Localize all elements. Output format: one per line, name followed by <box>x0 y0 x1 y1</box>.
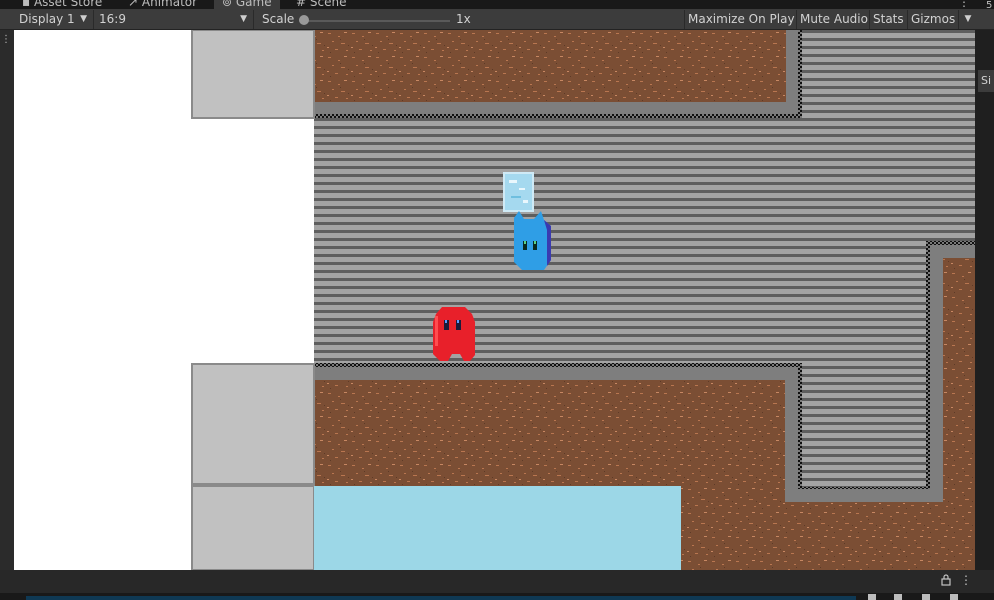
ice-block-pickup <box>503 172 534 212</box>
editor-tab-bar: ▪ Asset Store ↗ Animator ⊚ Game # Scene … <box>0 0 994 9</box>
dirt-ceiling <box>314 30 786 102</box>
scene-grid-icon: # <box>296 0 310 9</box>
tab-menu-kebab-icon[interactable]: ⋮ <box>958 0 970 9</box>
mute-audio-button[interactable]: Mute Audio <box>796 10 871 29</box>
settings-icon[interactable] <box>950 594 958 600</box>
left-panel-edge: ⋮ <box>0 30 14 570</box>
bottom-icons <box>866 593 976 600</box>
layers-icon[interactable] <box>868 594 876 600</box>
build-icon[interactable] <box>922 594 930 600</box>
tool-icon[interactable] <box>894 594 902 600</box>
maximize-on-play-button[interactable]: Maximize On Play <box>684 10 798 29</box>
tab-scene[interactable]: # Scene <box>296 0 346 9</box>
grey-block-middle <box>191 363 315 485</box>
progress-strip <box>26 596 856 600</box>
display-dropdown[interactable]: Display 1 ▼ <box>14 10 94 29</box>
animator-icon: ↗ <box>128 0 142 9</box>
scale-label: Scale <box>262 12 295 26</box>
asset-store-icon: ▪ <box>22 0 34 9</box>
chevron-down-icon: ▼ <box>240 14 247 24</box>
aspect-dropdown[interactable]: 16:9 ▼ <box>94 10 254 29</box>
chevron-down-icon: ▼ <box>80 14 87 24</box>
gizmos-button[interactable]: Gizmos <box>907 10 958 29</box>
scale-slider-thumb[interactable] <box>299 15 309 25</box>
scale-value: 1x <box>456 12 471 26</box>
tab-asset-store[interactable]: ▪ Asset Store <box>22 0 102 9</box>
game-controller-icon: ⊚ <box>222 0 236 9</box>
lock-icon[interactable] <box>940 574 952 586</box>
water-pool <box>314 486 681 570</box>
stats-button[interactable]: Stats <box>869 10 907 29</box>
game-viewport[interactable] <box>14 30 975 570</box>
panel-menu-kebab-icon[interactable]: ⋮ <box>960 574 972 586</box>
game-scene <box>14 30 975 570</box>
tab-game[interactable]: ⊚ Game <box>214 0 280 9</box>
right-panel-edge <box>975 30 994 570</box>
game-view-toolbar: Display 1 ▼ 16:9 ▼ Scale 1x Maximize On … <box>0 9 994 30</box>
panel-handle-icon[interactable]: ⋮ <box>1 34 11 45</box>
dirt-right-wall <box>943 258 975 570</box>
scale-slider-track[interactable] <box>302 20 450 22</box>
tab-animator[interactable]: ↗ Animator <box>128 0 197 9</box>
grey-block-top <box>191 30 315 119</box>
grey-block-bottom <box>191 485 315 570</box>
gizmos-chevron-down-icon[interactable]: ▼ <box>958 10 977 29</box>
side-panel-tab[interactable]: Si <box>978 70 994 92</box>
red-blob-character <box>433 307 475 361</box>
